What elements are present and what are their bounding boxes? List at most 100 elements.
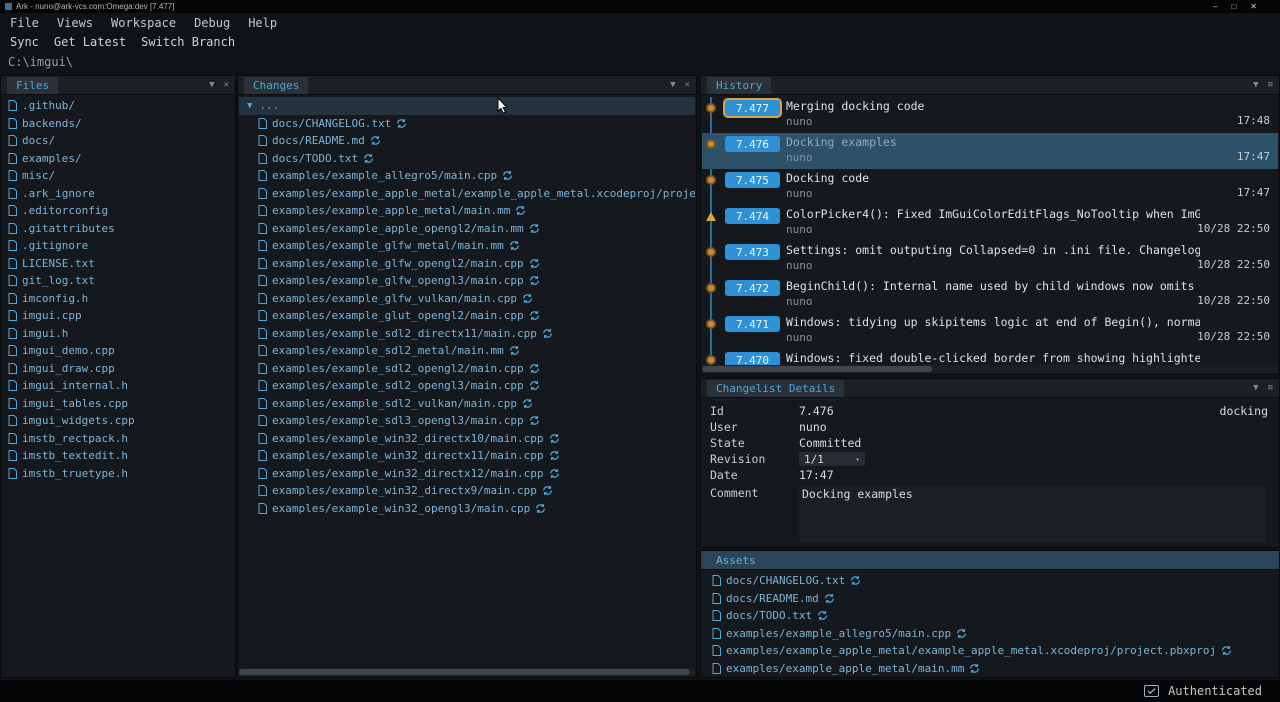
toolbar-button[interactable]: Get Latest [52,34,128,50]
modified-status-icon [549,433,560,444]
panel-menu-icon[interactable]: ≡ [1268,80,1273,90]
commit-revision-badge[interactable]: 7.470 [725,352,780,365]
changed-file-row[interactable]: examples/example_glfw_metal/main.mm [239,237,695,255]
changed-file-row[interactable]: examples/example_allegro5/main.cpp [239,167,695,185]
file-tree-item[interactable]: imgui_tables.cpp [2,395,234,413]
file-name: .gitattributes [22,222,115,235]
changed-file-row[interactable]: examples/example_win32_directx12/main.cp… [239,465,695,483]
file-icon [258,503,267,514]
file-tree-item[interactable]: .editorconfig [2,202,234,220]
asset-file-row[interactable]: docs/CHANGELOG.txt [702,572,1278,590]
changed-file-row[interactable]: examples/example_win32_opengl3/main.cpp [239,500,695,518]
panel-menu-icon[interactable]: ≡ [1268,383,1273,393]
filter-icon[interactable]: ▼ [670,80,675,90]
changed-file-row[interactable]: examples/example_sdl2_opengl3/main.cpp [239,377,695,395]
toolbar-button[interactable]: Sync [8,34,41,50]
changed-file-row[interactable]: examples/example_sdl2_vulkan/main.cpp [239,395,695,413]
menu-item[interactable]: Help [246,15,279,31]
file-tree-item[interactable]: docs/ [2,132,234,150]
history-commit-row[interactable]: 7.474 ColorPicker4(): Fixed ImGuiColorEd… [702,205,1278,241]
file-icon [258,433,267,444]
file-tree-item[interactable]: imgui_demo.cpp [2,342,234,360]
changed-file-row[interactable]: examples/example_apple_metal/example_app… [239,185,695,203]
file-name: git_log.txt [22,274,95,287]
commit-revision-badge[interactable]: 7.475 [725,172,780,188]
filter-icon[interactable]: ▼ [1253,80,1258,90]
file-tree-item[interactable]: imgui.cpp [2,307,234,325]
file-tree-item[interactable]: misc/ [2,167,234,185]
filter-icon[interactable]: ▼ [209,80,214,90]
commit-revision-badge[interactable]: 7.477 [725,100,780,116]
history-commit-row[interactable]: 7.476 Docking examples nuno 17:47 [702,133,1278,169]
assets-panel-header[interactable]: Assets [701,551,1279,570]
history-commit-row[interactable]: 7.471 Windows: tidying up skipitems logi… [702,313,1278,349]
file-tree-item[interactable]: git_log.txt [2,272,234,290]
asset-file-row[interactable]: docs/TODO.txt [702,607,1278,625]
changed-file-row[interactable]: examples/example_sdl2_directx11/main.cpp [239,325,695,343]
menu-item[interactable]: Views [55,15,95,31]
commit-revision-badge[interactable]: 7.471 [725,316,780,332]
changed-file-row[interactable]: examples/example_glfw_opengl2/main.cpp [239,255,695,273]
menu-item[interactable]: Workspace [109,15,178,31]
close-button[interactable]: ✕ [1250,2,1257,11]
filter-icon[interactable]: ▼ [1253,383,1258,393]
changed-file-row[interactable]: examples/example_apple_opengl2/main.mm [239,220,695,238]
file-tree-item[interactable]: backends/ [2,115,234,133]
commit-revision-badge[interactable]: 7.472 [725,280,780,296]
changed-file-row[interactable]: docs/CHANGELOG.txt [239,115,695,133]
file-tree-item[interactable]: imstb_truetype.h [2,465,234,483]
file-tree-item[interactable]: .github/ [2,97,234,115]
menu-item[interactable]: File [8,15,41,31]
file-tree-item[interactable]: imgui.h [2,325,234,343]
changed-file-row[interactable]: examples/example_glfw_vulkan/main.cpp [239,290,695,308]
collapse-expander-icon[interactable]: ▼ [247,101,252,111]
history-commit-row[interactable]: 7.473 Settings: omit outputing Collapsed… [702,241,1278,277]
commit-revision-badge[interactable]: 7.473 [725,244,780,260]
file-tree-item[interactable]: .gitignore [2,237,234,255]
history-commit-row[interactable]: 7.472 BeginChild(): Internal name used b… [702,277,1278,313]
changed-file-row[interactable]: examples/example_sdl2_opengl2/main.cpp [239,360,695,378]
changed-file-row[interactable]: examples/example_sdl2_metal/main.mm [239,342,695,360]
close-panel-icon[interactable]: ✕ [224,80,229,90]
file-tree-item[interactable]: imconfig.h [2,290,234,308]
file-tree-item[interactable]: LICENSE.txt [2,255,234,273]
commit-revision-badge[interactable]: 7.476 [725,136,780,152]
changed-file-row[interactable]: examples/example_sdl3_opengl3/main.cpp [239,412,695,430]
changed-file-row[interactable]: examples/example_win32_directx11/main.cp… [239,447,695,465]
changed-file-row[interactable]: examples/example_apple_metal/main.mm [239,202,695,220]
revision-selector[interactable]: 1/1 ▾ [799,452,865,466]
asset-file-row[interactable]: docs/README.md [702,590,1278,608]
horizontal-scrollbar-thumb[interactable] [702,366,932,372]
file-tree-item[interactable]: imgui_draw.cpp [2,360,234,378]
changed-file-row[interactable]: examples/example_win32_directx9/main.cpp [239,482,695,500]
close-panel-icon[interactable]: ✕ [685,80,690,90]
file-tree-item[interactable]: examples/ [2,150,234,168]
file-name: imgui_widgets.cpp [22,414,135,427]
changes-root-row[interactable]: ▼ ... [239,97,695,115]
file-tree-item[interactable]: imstb_textedit.h [2,447,234,465]
changed-file-row[interactable]: examples/example_win32_directx10/main.cp… [239,430,695,448]
history-commit-row[interactable]: 7.475 Docking code nuno 17:47 [702,169,1278,205]
horizontal-scrollbar-thumb[interactable] [239,669,690,675]
history-commit-row[interactable]: 7.477 Merging docking code nuno 17:48 [702,97,1278,133]
changed-file-row[interactable]: docs/README.md [239,132,695,150]
file-tree-item[interactable]: .gitattributes [2,220,234,238]
file-tree-item[interactable]: imgui_internal.h [2,377,234,395]
menu-item[interactable]: Debug [192,15,232,31]
file-tree-item[interactable]: imstb_rectpack.h [2,430,234,448]
changed-file-row[interactable]: examples/example_glfw_opengl3/main.cpp [239,272,695,290]
changed-file-row[interactable]: examples/example_glut_opengl2/main.cpp [239,307,695,325]
file-tree-item[interactable]: .ark_ignore [2,185,234,203]
maximize-button[interactable]: □ [1231,2,1236,11]
id-field-row: Id 7.476 docking [702,404,1278,420]
asset-file-row[interactable]: examples/example_allegro5/main.cpp [702,625,1278,643]
asset-file-row[interactable]: examples/example_apple_metal/example_app… [702,642,1278,660]
minimize-button[interactable]: – [1213,2,1217,11]
changed-file-row[interactable]: docs/TODO.txt [239,150,695,168]
file-tree-item[interactable]: imgui_widgets.cpp [2,412,234,430]
toolbar-button[interactable]: Switch Branch [139,34,237,50]
history-commit-row[interactable]: 7.470 Windows: fixed double-clicked bord… [702,349,1278,365]
comment-box[interactable]: Docking examples [799,486,1266,542]
asset-file-row[interactable]: examples/example_apple_metal/main.mm [702,660,1278,676]
commit-revision-badge[interactable]: 7.474 [725,208,780,224]
